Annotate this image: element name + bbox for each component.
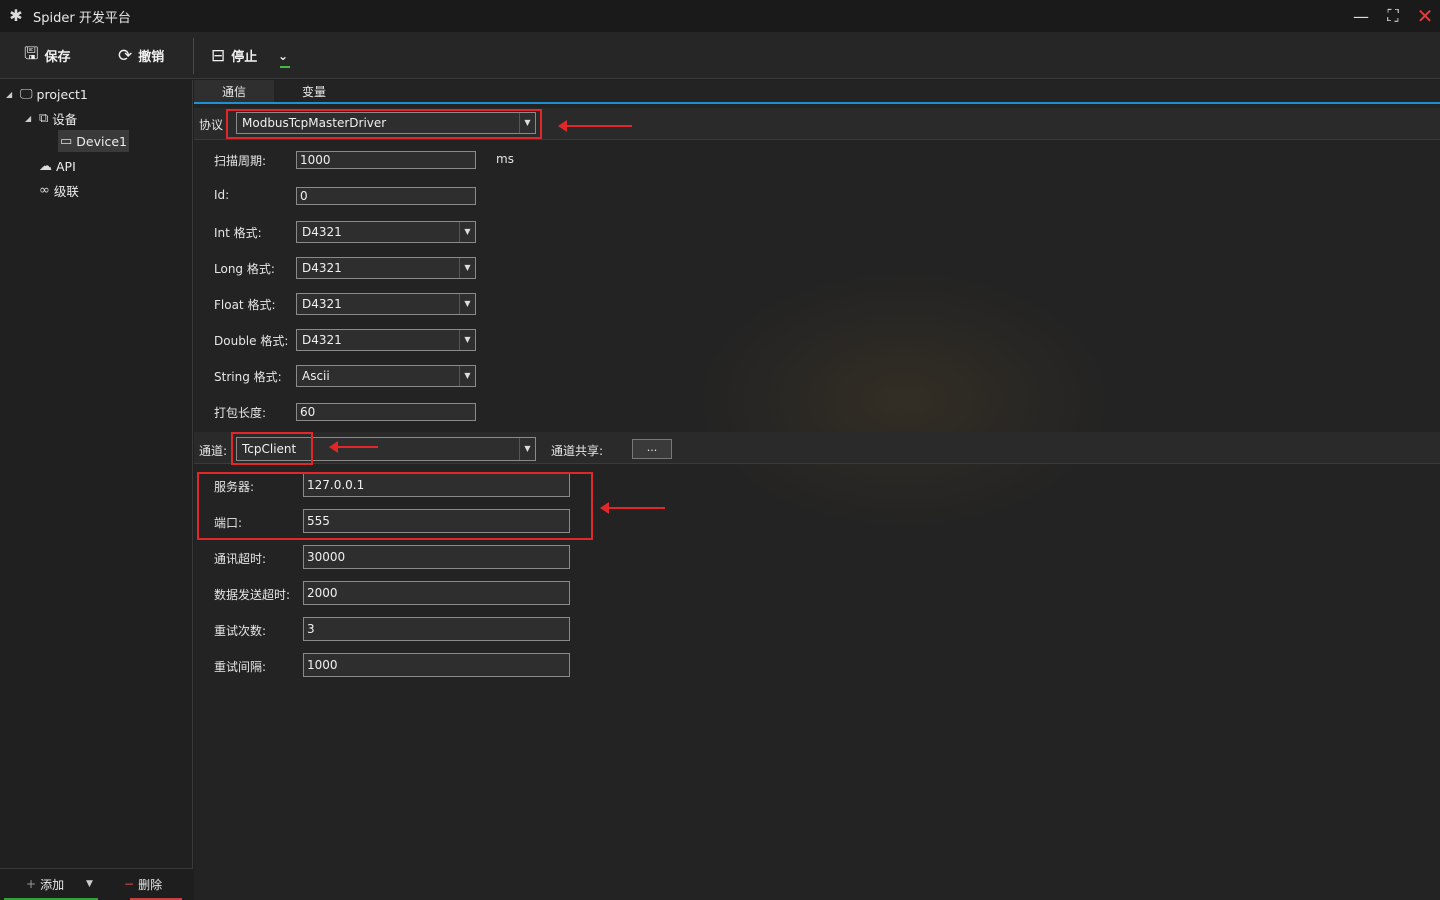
monitor-icon: 🖵 (20, 86, 33, 102)
tree-item-label: 设备 (52, 111, 78, 127)
project-tree-panel: ◢ 🖵 project1 ◢ ⧉ 设备 ▭ Device1 ☁ API ∞ 级联… (0, 80, 193, 900)
add-button[interactable]: + 添加 (26, 869, 64, 899)
toolbar: 🖫 保存 ⟳ 撤销 ⊟ 停止 ⌄ (0, 32, 1440, 79)
chevron-down-icon: ▼ (519, 438, 535, 460)
id-label: Id: (214, 188, 230, 202)
close-icon[interactable]: ✕ (1409, 0, 1440, 32)
chevron-down-icon: ▼ (459, 258, 475, 278)
stop-label: 停止 (231, 50, 258, 65)
send-timeout-input[interactable]: 2000 (303, 581, 570, 605)
tree-item-device1[interactable]: ▭ Device1 (58, 130, 129, 152)
retry-count-label: 重试次数: (214, 624, 267, 638)
add-dropdown-button[interactable]: ▼ (86, 869, 93, 899)
tree-item-label: project1 (36, 86, 88, 102)
minus-icon: − (124, 877, 135, 891)
stop-dropdown-button[interactable]: ⌄ (278, 32, 288, 79)
chevron-down-icon: ▼ (86, 879, 93, 889)
chevron-down-icon: ▼ (459, 330, 475, 350)
protocol-highlight-arrow (558, 120, 632, 132)
chevron-down-icon: ▼ (459, 294, 475, 314)
int-format-label: Int 格式: (214, 226, 262, 240)
chevron-down-icon: ▼ (459, 222, 475, 242)
int-format-value: D4321 (302, 225, 342, 239)
chevron-down-icon: ▼ (459, 366, 475, 386)
delete-label: 删除 (138, 877, 163, 892)
tree-item-label: Device1 (76, 133, 127, 149)
tree-actions-bar: + 添加 ▼ − 删除 (0, 868, 193, 900)
delete-button[interactable]: − 删除 (124, 869, 162, 899)
pack-length-input[interactable]: 60 (296, 403, 476, 421)
run-indicator (280, 66, 290, 68)
chevron-down-icon: ⌄ (278, 48, 289, 63)
toolbar-divider (193, 38, 194, 74)
retry-count-input[interactable]: 3 (303, 617, 570, 641)
spider-icon: ✱ (9, 6, 23, 25)
expand-arrow-icon[interactable]: ◢ (6, 90, 16, 99)
cloud-icon: ☁ (39, 158, 52, 174)
scan-period-input[interactable]: 1000 (296, 151, 476, 169)
channel-share-label: 通道共享: (551, 444, 604, 458)
undo-label: 撤销 (138, 50, 165, 65)
title-bar: ✱ Spider 开发平台 — ⛶ ✕ (0, 0, 1440, 32)
send-timeout-label: 数据发送超时: (214, 588, 291, 602)
string-format-label: String 格式: (214, 370, 282, 384)
expand-arrow-icon[interactable]: ◢ (25, 114, 35, 123)
pack-length-label: 打包长度: (214, 406, 267, 420)
retry-interval-input[interactable]: 1000 (303, 653, 570, 677)
string-format-select[interactable]: Ascii ▼ (296, 365, 476, 387)
device-config-panel: 通信 变量 协议 ModbusTcpMasterDriver ▼ 扫描周期: 1… (194, 80, 1440, 900)
retry-interval-label: 重试间隔: (214, 660, 267, 674)
tree-item-cascade[interactable]: ∞ 级联 (39, 179, 79, 201)
refresh-icon: ⟳ (118, 45, 133, 66)
double-format-select[interactable]: D4321 ▼ (296, 329, 476, 351)
float-format-select[interactable]: D4321 ▼ (296, 293, 476, 315)
device-group-icon: ⧉ (39, 110, 49, 126)
scan-period-label: 扫描周期: (214, 154, 267, 168)
double-format-value: D4321 (302, 333, 342, 347)
double-format-label: Double 格式: (214, 334, 289, 348)
float-format-value: D4321 (302, 297, 342, 311)
tree-item-api[interactable]: ☁ API (39, 155, 76, 177)
protocol-highlight-box (226, 109, 542, 139)
stop-button[interactable]: ⊟ 停止 (211, 32, 257, 79)
window-title: Spider 开发平台 (33, 10, 131, 26)
id-input[interactable]: 0 (296, 187, 476, 205)
background-watermark (694, 270, 1114, 530)
long-format-select[interactable]: D4321 ▼ (296, 257, 476, 279)
comm-timeout-label: 通讯超时: (214, 552, 267, 566)
comm-timeout-input[interactable]: 30000 (303, 545, 570, 569)
minimize-icon[interactable]: — (1345, 0, 1377, 32)
channel-share-button[interactable]: ... (632, 439, 672, 459)
channel-highlight-arrow (329, 441, 378, 453)
floppy-icon: 🖫 (24, 44, 39, 64)
protocol-label: 协议 (199, 118, 224, 132)
tree-item-label: 级联 (53, 183, 79, 199)
tree-item-project[interactable]: ◢ 🖵 project1 (6, 83, 88, 105)
tree-item-label: API (56, 158, 76, 174)
add-label: 添加 (40, 877, 65, 892)
server-port-highlight-box (197, 472, 593, 540)
int-format-select[interactable]: D4321 ▼ (296, 221, 476, 243)
link-icon: ∞ (39, 182, 50, 198)
undo-button[interactable]: ⟳ 撤销 (118, 32, 164, 79)
config-tabs: 通信 变量 (194, 80, 1440, 104)
long-format-label: Long 格式: (214, 262, 275, 276)
tab-variables[interactable]: 变量 (274, 80, 354, 102)
scan-period-unit: ms (496, 152, 514, 166)
float-format-label: Float 格式: (214, 298, 276, 312)
string-format-value: Ascii (302, 369, 330, 383)
save-label: 保存 (44, 50, 71, 65)
channel-label: 通道: (199, 444, 228, 458)
device-icon: ▭ (60, 133, 73, 149)
tab-communication[interactable]: 通信 (194, 80, 274, 102)
stop-icon: ⊟ (211, 45, 226, 66)
long-format-value: D4321 (302, 261, 342, 275)
plus-icon: + (26, 877, 37, 891)
tree-item-devices[interactable]: ◢ ⧉ 设备 (25, 107, 77, 129)
maximize-icon[interactable]: ⛶ (1377, 0, 1409, 32)
save-button[interactable]: 🖫 保存 (24, 32, 71, 79)
channel-highlight-box (231, 432, 313, 465)
server-port-highlight-arrow (600, 502, 665, 514)
